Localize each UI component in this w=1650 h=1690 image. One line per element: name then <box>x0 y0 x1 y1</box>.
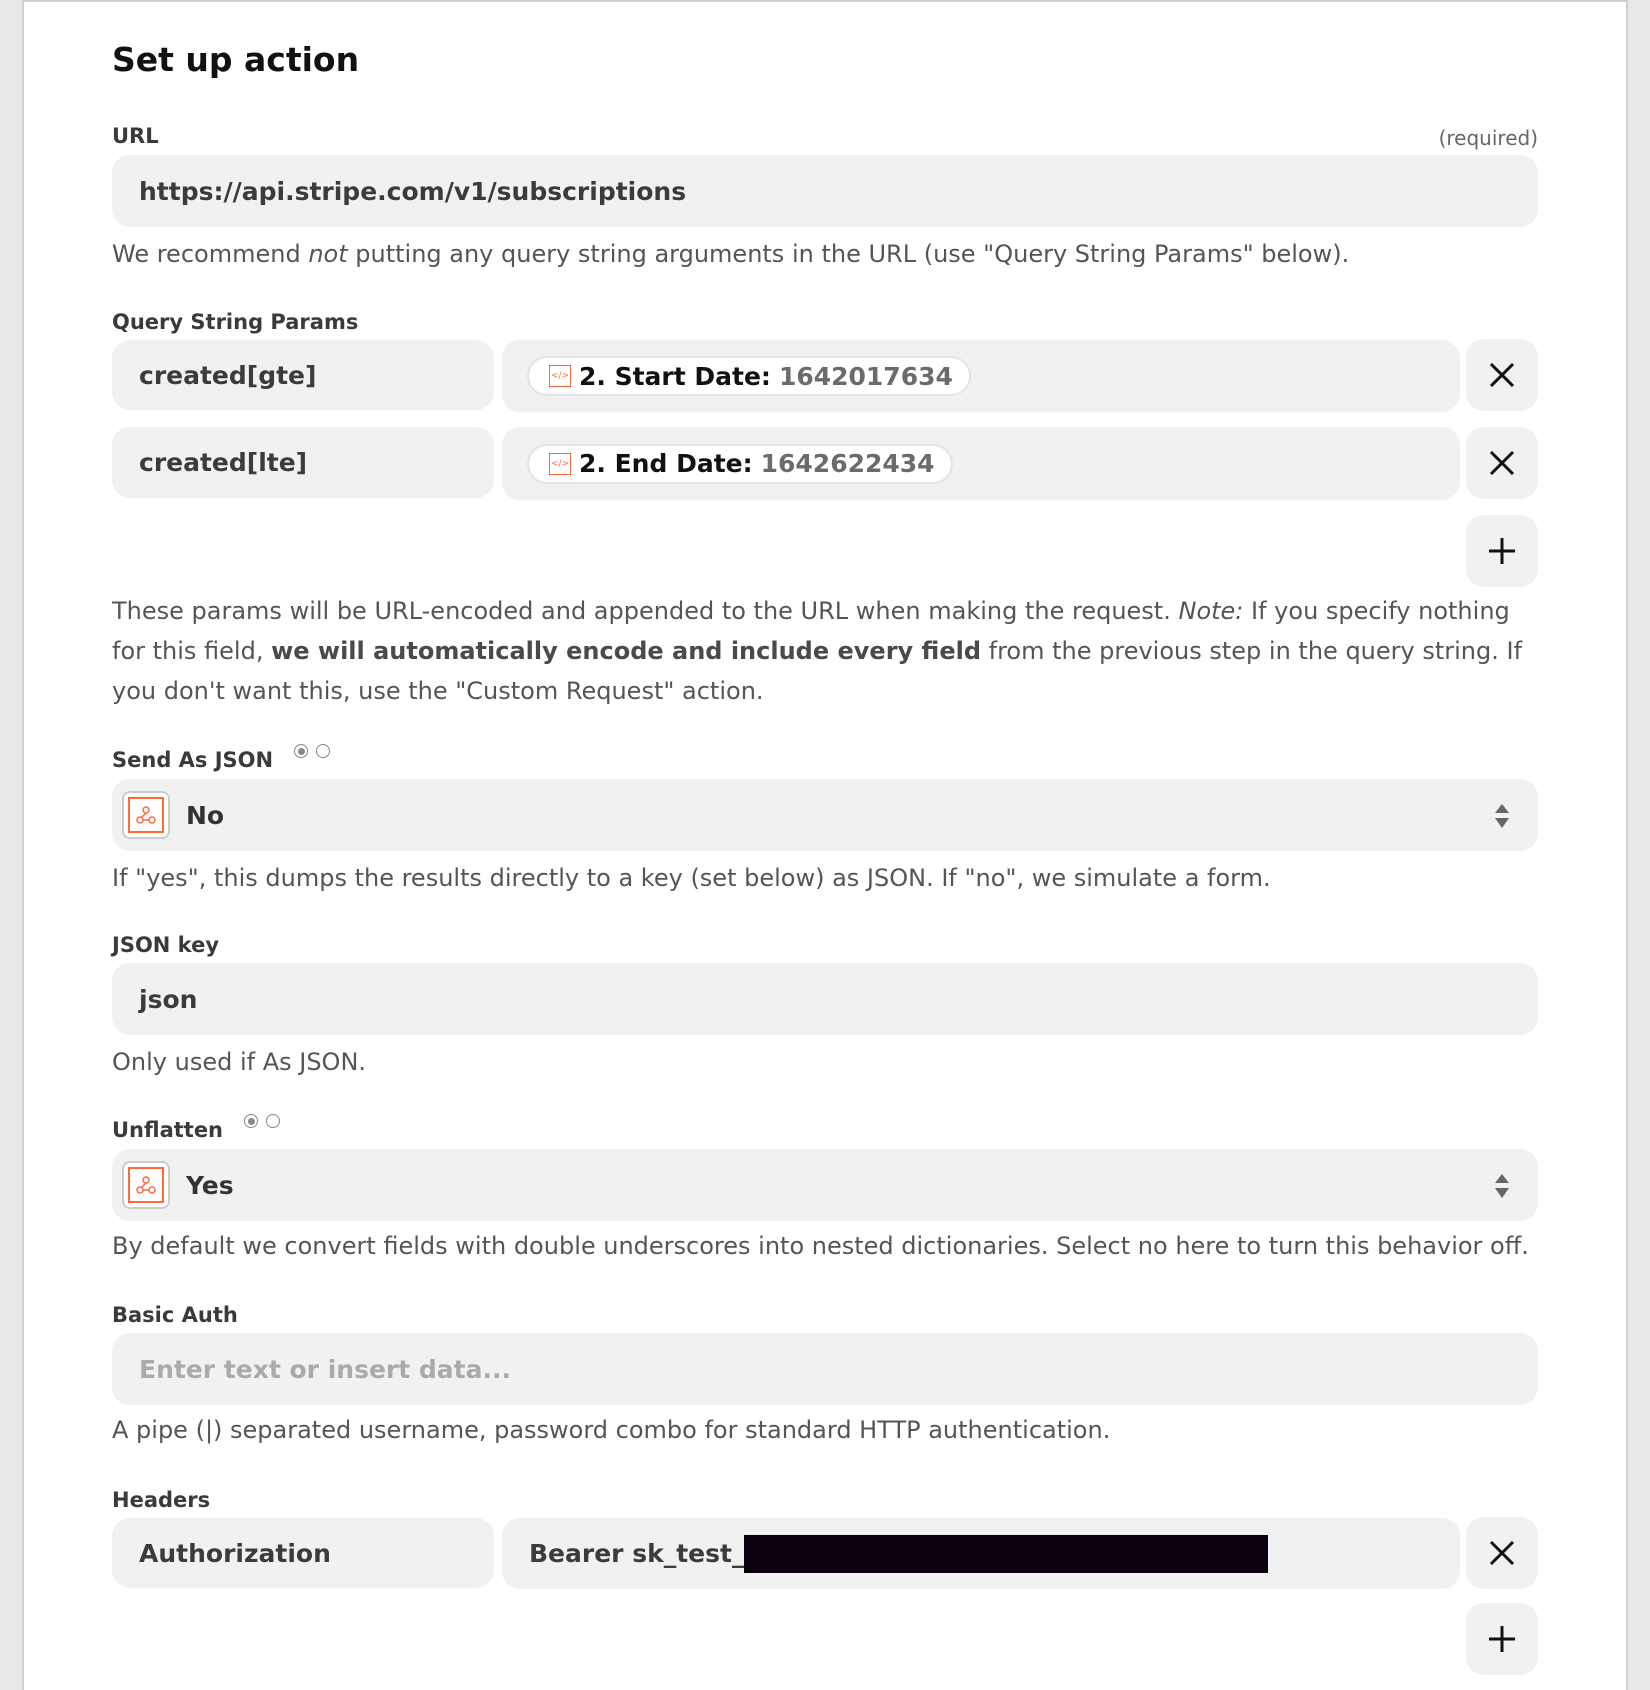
remove-header-button[interactable] <box>1466 1517 1538 1589</box>
url-help: We recommend not putting any query strin… <box>112 240 1350 268</box>
page-title: Set up action <box>112 40 360 79</box>
query-param-value-input[interactable]: </> 2. End Date: 1642622434 <box>502 427 1460 500</box>
add-param-button[interactable] <box>1466 515 1538 587</box>
json-key-label: JSON key <box>112 933 220 957</box>
required-indicator: (required) <box>1438 126 1538 150</box>
headers-label: Headers <box>112 1488 211 1512</box>
select-arrows-icon <box>1495 1174 1509 1198</box>
basic-auth-placeholder: Enter text or insert data... <box>139 1354 511 1384</box>
close-icon <box>1489 1540 1515 1566</box>
data-pill[interactable]: </> 2. End Date: 1642622434 <box>527 443 953 484</box>
json-key-help: Only used if As JSON. <box>112 1048 367 1076</box>
unflatten-help: By default we convert fields with double… <box>112 1232 1529 1260</box>
url-label: URL <box>112 124 159 148</box>
send-as-json-label: Send As JSON <box>112 744 331 772</box>
input-mode-toggle[interactable] <box>294 744 331 758</box>
unflatten-label: Unflatten <box>112 1114 281 1142</box>
unflatten-select[interactable]: Yes <box>112 1149 1538 1221</box>
query-params-help: These params will be URL-encoded and app… <box>112 597 1523 705</box>
code-icon: </> <box>549 452 571 475</box>
query-param-value-input[interactable]: </> 2. Start Date: 1642017634 <box>502 340 1460 412</box>
header-key-input[interactable]: Authorization <box>112 1518 494 1588</box>
basic-auth-input[interactable]: Enter text or insert data... <box>112 1333 1538 1405</box>
input-mode-toggle[interactable] <box>244 1114 281 1128</box>
plus-icon <box>1489 538 1515 564</box>
remove-param-button[interactable] <box>1466 339 1538 411</box>
radio-selected[interactable] <box>244 1114 259 1128</box>
radio-unselected[interactable] <box>316 744 331 758</box>
add-header-button[interactable] <box>1466 1603 1538 1675</box>
url-input[interactable]: https://api.stripe.com/v1/subscriptions <box>112 155 1538 227</box>
header-value-input[interactable]: Bearer sk_test_ <box>502 1518 1460 1589</box>
send-as-json-select[interactable]: No <box>112 779 1538 851</box>
close-icon <box>1489 450 1515 476</box>
query-params-label: Query String Params <box>112 310 359 334</box>
send-as-json-help: If "yes", this dumps the results directl… <box>112 864 1271 892</box>
webhook-icon <box>122 1161 170 1209</box>
code-icon: </> <box>549 365 571 387</box>
radio-unselected[interactable] <box>266 1114 281 1128</box>
plus-icon <box>1489 1626 1515 1652</box>
remove-param-button[interactable] <box>1466 427 1538 499</box>
query-param-key-input[interactable]: created[lte] <box>112 427 494 498</box>
basic-auth-help: A pipe (|) separated username, password … <box>112 1416 1111 1444</box>
webhook-icon <box>122 791 170 839</box>
data-pill[interactable]: </> 2. Start Date: 1642017634 <box>527 356 971 396</box>
select-arrows-icon <box>1495 804 1509 828</box>
close-icon <box>1489 362 1515 388</box>
query-param-key-input[interactable]: created[gte] <box>112 340 494 410</box>
json-key-input[interactable]: json <box>112 963 1538 1035</box>
basic-auth-label: Basic Auth <box>112 1303 238 1327</box>
redacted-secret <box>744 1534 1269 1573</box>
radio-selected[interactable] <box>294 744 309 758</box>
url-value: https://api.stripe.com/v1/subscriptions <box>139 176 687 206</box>
